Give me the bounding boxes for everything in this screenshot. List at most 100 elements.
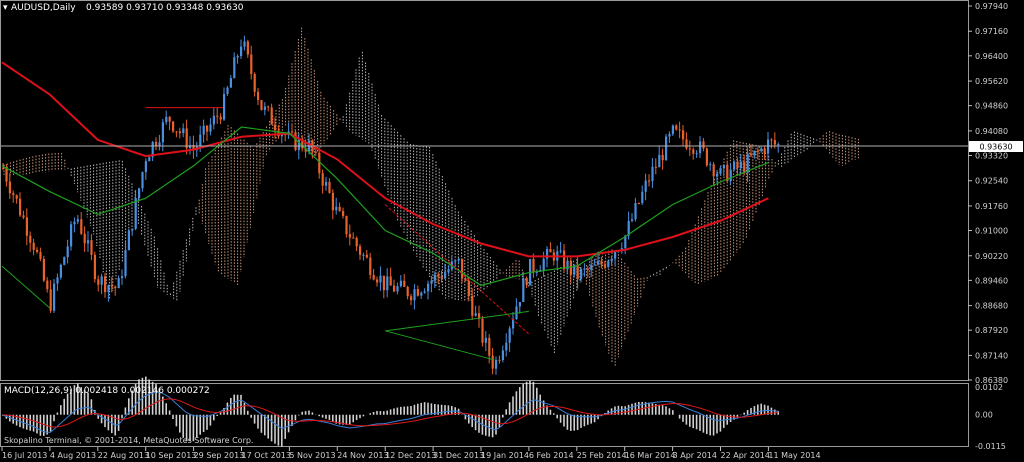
y-tick-label: 0.92540 <box>975 177 1008 186</box>
candle-body <box>185 128 188 149</box>
price-axis[interactable]: 0.97940 0.97160 0.96400 0.95620 0.94860 0.940… <box>968 2 1008 385</box>
candle-body <box>372 274 375 280</box>
candle-body <box>19 198 22 216</box>
candle-body <box>661 154 664 161</box>
candle-body <box>83 233 86 244</box>
candle-body <box>685 139 688 149</box>
candle-body <box>729 169 732 182</box>
candle-body <box>580 268 583 280</box>
candle-body <box>583 268 586 270</box>
candle-body <box>379 275 382 283</box>
candle-body <box>199 134 202 147</box>
candle-body <box>87 240 90 244</box>
candle-body <box>549 249 552 253</box>
candle-body <box>746 153 749 173</box>
candle-body <box>362 254 365 256</box>
candle-body <box>692 149 695 154</box>
candle-body <box>467 280 470 296</box>
candle-body <box>410 296 413 301</box>
chart-title-arrow[interactable]: ▾ <box>3 3 8 13</box>
y-tick-label: 0.87920 <box>975 326 1008 335</box>
candle-body <box>773 140 776 145</box>
y-tick-label: 0.87140 <box>975 351 1008 360</box>
x-tick-label: 17 Oct 2013 <box>242 451 291 460</box>
candle-body <box>688 148 691 150</box>
candle-body <box>138 188 141 199</box>
candle-body <box>641 191 644 204</box>
candle-body <box>291 131 294 133</box>
candle-body <box>2 168 5 170</box>
candle-body <box>709 164 712 166</box>
candle-body <box>590 264 593 270</box>
candle-body <box>175 131 178 133</box>
candle-body <box>763 148 766 154</box>
candle-body <box>267 106 270 108</box>
candle-body <box>15 195 18 199</box>
candle-body <box>454 260 457 262</box>
candle-body <box>382 275 385 291</box>
candle-body <box>32 242 35 250</box>
candle-body <box>559 250 562 252</box>
candle-body <box>134 198 137 229</box>
x-tick-label: 29 Sep 2013 <box>194 451 245 460</box>
candle-body <box>29 235 32 243</box>
candle-body <box>73 221 76 225</box>
time-axis[interactable]: 16 Jul 2013 4 Aug 2013 22 Aug 201310 Sep 2… <box>1 447 821 460</box>
candle-body <box>219 116 222 120</box>
y-tick-label: 0.95620 <box>975 77 1008 86</box>
candle-body <box>770 139 773 141</box>
candle-body <box>233 57 236 79</box>
macd-title: MACD(12,26,9) 0.002418 0.002146 0.000272 <box>4 386 210 396</box>
candle-body <box>161 122 164 143</box>
candle-body <box>12 193 15 196</box>
candle-body <box>257 91 260 101</box>
candle-body <box>603 264 606 267</box>
x-tick-label: 4 Aug 2013 <box>50 451 96 460</box>
candle-body <box>76 219 79 222</box>
candle-body <box>563 250 566 270</box>
candle-body <box>93 254 96 280</box>
candle-body <box>114 286 117 289</box>
candle-body <box>597 261 600 265</box>
candle-body <box>8 181 11 194</box>
candle-body <box>63 257 66 265</box>
candle-body <box>423 291 426 293</box>
candle-body <box>495 359 498 369</box>
candle-body <box>498 359 501 361</box>
candle-body <box>110 285 113 287</box>
trading-chart[interactable]: 0.01020.00-0.0115 0.979400.971600.964000… <box>0 0 1024 462</box>
candle-body <box>631 219 634 221</box>
candle-body <box>117 278 120 289</box>
candle-body <box>345 216 348 235</box>
candle-body <box>699 141 702 154</box>
candle-body <box>522 278 525 302</box>
candle-body <box>342 211 345 217</box>
copyright-label: Skopalino Terminal, © 2001-2014, MetaQuo… <box>4 436 253 445</box>
candle-body <box>263 106 266 110</box>
candle-body <box>648 180 651 182</box>
candle-body <box>695 153 698 155</box>
candle-body <box>491 355 494 369</box>
macd-tick-label: 0.00 <box>975 411 993 420</box>
candle-body <box>403 280 406 287</box>
candle-body <box>607 261 610 267</box>
candle-body <box>274 124 277 131</box>
candle-body <box>712 164 715 177</box>
candle-body <box>777 144 780 146</box>
candle-body <box>501 350 504 361</box>
x-tick-label: 3 Apr 2014 <box>673 451 717 460</box>
candle-body <box>722 164 725 169</box>
candle-body <box>430 280 433 284</box>
candle-body <box>314 151 317 153</box>
x-tick-label: 10 Sep 2013 <box>146 451 197 460</box>
candle-body <box>389 276 392 286</box>
candle-body <box>682 130 685 140</box>
candle-body <box>464 278 467 281</box>
candle-body <box>437 274 440 277</box>
candle-body <box>760 148 763 152</box>
candle-body <box>767 139 770 154</box>
candle-body <box>168 116 171 122</box>
candle-body <box>671 125 674 134</box>
candle-body <box>634 203 637 220</box>
candle-body <box>756 150 759 152</box>
